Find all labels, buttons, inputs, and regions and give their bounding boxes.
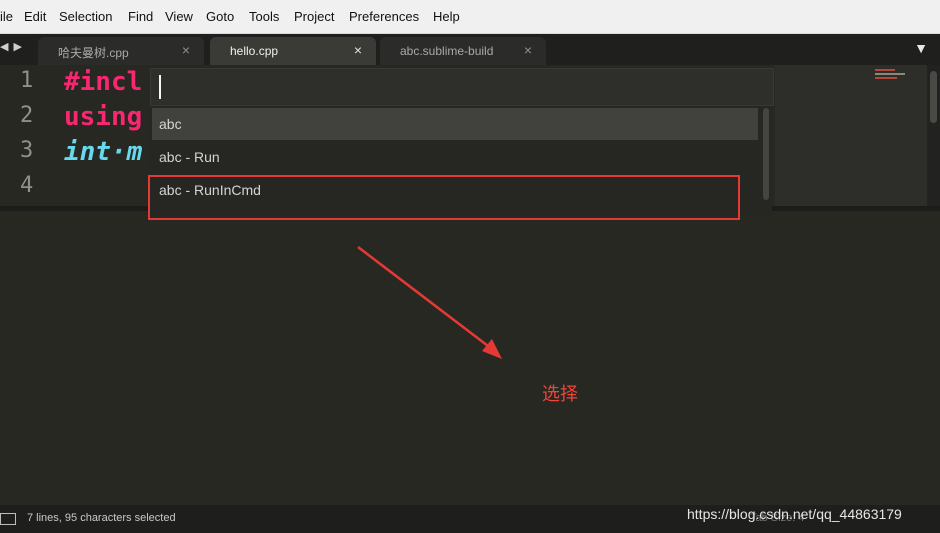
tab-huffman[interactable]: 哈夫曼树.cpp ×: [38, 37, 204, 65]
tab-label: hello.cpp: [230, 44, 279, 58]
menu-edit[interactable]: Edit: [24, 0, 46, 33]
menu-file[interactable]: ile: [0, 0, 13, 33]
line-number: 2: [20, 103, 34, 128]
minimap-line: [875, 73, 905, 75]
minimap[interactable]: [775, 65, 927, 208]
panel-toggle-icon[interactable]: [0, 513, 16, 525]
menu-tools[interactable]: Tools: [249, 0, 279, 33]
menu-view[interactable]: View: [165, 0, 193, 33]
menu-find[interactable]: Find: [128, 0, 153, 33]
palette-option-abc[interactable]: abc: [152, 108, 758, 140]
gutter: 1 2 3 4: [0, 65, 60, 208]
tab-nav-arrows-icon[interactable]: ◀ ▶: [0, 40, 23, 53]
close-icon[interactable]: ×: [182, 42, 190, 58]
watermark: https://blog.csdn.net/qq_44863179: [687, 506, 902, 522]
menu-bar: ile Edit Selection Find View Goto Tools …: [0, 0, 940, 34]
close-icon[interactable]: ×: [354, 42, 362, 58]
code-line: int·m: [64, 137, 143, 167]
minimap-line: [875, 77, 897, 79]
tab-bar: ◀ ▶ 哈夫曼树.cpp × hello.cpp × abc.sublime-b…: [0, 34, 940, 65]
annotation-arrow-icon: [357, 246, 502, 359]
menu-preferences[interactable]: Preferences: [349, 0, 419, 33]
line-number: 3: [20, 138, 34, 163]
line-number: 1: [20, 68, 34, 93]
palette-input[interactable]: [150, 68, 774, 106]
tab-abc-build[interactable]: abc.sublime-build ×: [380, 37, 546, 65]
menu-project[interactable]: Project: [294, 0, 334, 33]
tab-label: abc.sublime-build: [400, 44, 494, 58]
code-line: #incl: [64, 67, 143, 97]
highlight-box: [148, 175, 740, 220]
status-text: 7 lines, 95 characters selected: [27, 512, 176, 524]
annotation-label: 选择: [542, 384, 578, 405]
minimap-line: [875, 69, 895, 71]
menu-help[interactable]: Help: [433, 0, 460, 33]
menu-goto[interactable]: Goto: [206, 0, 234, 33]
tab-menu-icon[interactable]: ▼: [914, 40, 928, 56]
close-icon[interactable]: ×: [524, 42, 532, 58]
palette-option-run[interactable]: abc - Run: [152, 141, 758, 173]
code-line: using: [64, 102, 143, 132]
text-caret: [159, 75, 161, 99]
option-label: abc: [159, 116, 182, 132]
scrollbar-thumb[interactable]: [930, 71, 937, 123]
menu-selection[interactable]: Selection: [59, 0, 112, 33]
palette-scrollbar[interactable]: [763, 108, 769, 200]
editor-scrollbar[interactable]: [927, 65, 940, 208]
tab-label: 哈夫曼树.cpp: [58, 46, 129, 60]
line-number: 4: [20, 173, 34, 198]
tab-hello[interactable]: hello.cpp ×: [210, 37, 376, 65]
option-label: abc - Run: [159, 149, 220, 165]
